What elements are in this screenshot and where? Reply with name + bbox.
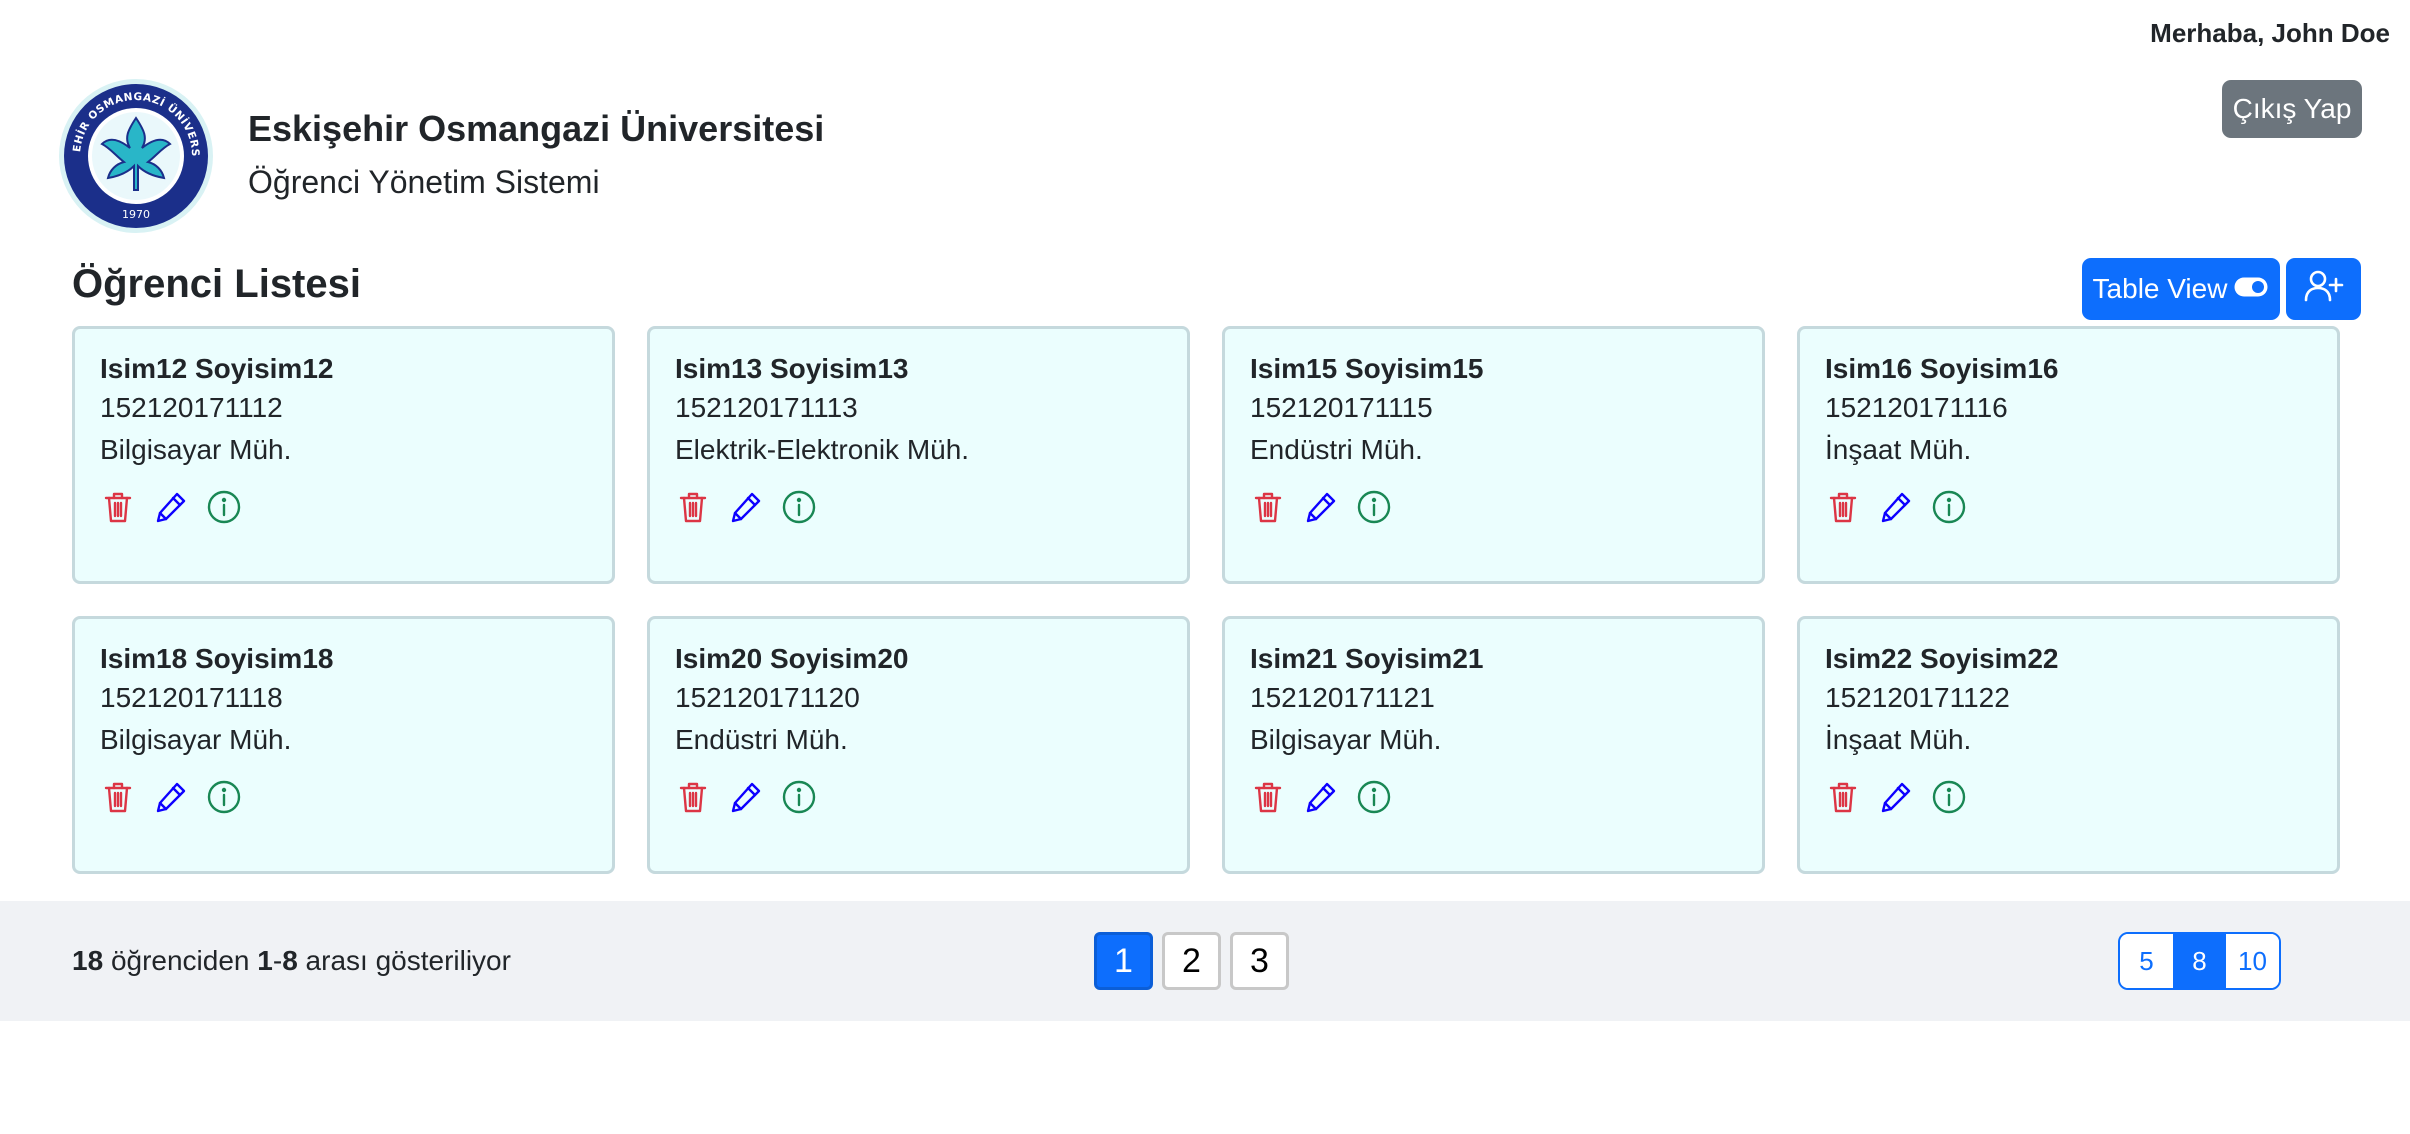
pencil-icon[interactable] <box>1878 489 1914 525</box>
info-circle-icon[interactable] <box>1931 779 1967 815</box>
student-list-title: Öğrenci Listesi <box>72 262 361 306</box>
pencil-icon[interactable] <box>1303 489 1339 525</box>
student-card: Isim12 Soyisim12 152120171112 Bilgisayar… <box>72 326 615 584</box>
student-name: Isim21 Soyisim21 <box>1250 643 1484 674</box>
student-number: 152120171120 <box>675 682 860 713</box>
student-department: Elektrik-Elektronik Müh. <box>675 434 970 465</box>
info-circle-icon[interactable] <box>206 489 242 525</box>
summary-mid: öğrenciden <box>110 945 250 976</box>
student-number: 152120171118 <box>100 682 283 713</box>
pencil-icon[interactable] <box>1303 779 1339 815</box>
pencil-icon[interactable] <box>153 779 189 815</box>
logout-button[interactable]: Çıkış Yap <box>2222 80 2362 138</box>
summary-end: arası gösteriliyor <box>305 945 511 976</box>
student-name: Isim20 Soyisim20 <box>675 643 909 674</box>
student-card: Isim13 Soyisim13 152120171113 Elektrik-E… <box>647 326 1190 584</box>
page-size-5[interactable]: 5 <box>2120 934 2173 988</box>
page-button-1[interactable]: 1 <box>1094 932 1153 990</box>
trash-icon[interactable] <box>100 489 136 525</box>
card-actions <box>1825 489 2312 525</box>
student-name: Isim16 Soyisim16 <box>1825 353 2059 384</box>
pencil-icon[interactable] <box>1878 779 1914 815</box>
university-logo: ESKİŞEHİR OSMANGAZİ ÜNİVERSİTESİ 1970 <box>54 67 214 234</box>
student-cards-grid: Isim12 Soyisim12 152120171112 Bilgisayar… <box>72 326 2340 874</box>
student-name: Isim18 Soyisim18 <box>100 643 334 674</box>
student-department: İnşaat Müh. <box>1825 434 1972 465</box>
card-actions <box>1825 779 2312 815</box>
student-department: Bilgisayar Müh. <box>100 434 292 465</box>
summary-range-sep: - <box>272 945 283 976</box>
student-department: Endüstri Müh. <box>1250 434 1423 465</box>
student-card: Isim18 Soyisim18 152120171118 Bilgisayar… <box>72 616 615 874</box>
info-circle-icon[interactable] <box>781 779 817 815</box>
summary-range-start: 1 <box>257 945 273 976</box>
trash-icon[interactable] <box>1250 489 1286 525</box>
card-actions <box>100 779 587 815</box>
card-actions <box>1250 489 1737 525</box>
student-card: Isim22 Soyisim22 152120171122 İnşaat Müh… <box>1797 616 2340 874</box>
student-number: 152120171116 <box>1825 392 2008 423</box>
student-card: Isim21 Soyisim21 152120171121 Bilgisayar… <box>1222 616 1765 874</box>
university-name: Eskişehir Osmangazi Üniversitesi <box>248 108 825 149</box>
page-size-selector: 5 8 10 <box>2118 932 2281 990</box>
student-department: Endüstri Müh. <box>675 724 848 755</box>
student-department: Bilgisayar Müh. <box>1250 724 1442 755</box>
card-actions <box>100 489 587 525</box>
pencil-icon[interactable] <box>153 489 189 525</box>
pagination-footer: 18 öğrenciden 1-8 arası gösteriliyor 123… <box>0 901 2410 1021</box>
pencil-icon[interactable] <box>728 489 764 525</box>
trash-icon[interactable] <box>1825 489 1861 525</box>
trash-icon[interactable] <box>1250 779 1286 815</box>
page-size-8[interactable]: 8 <box>2173 934 2226 988</box>
system-name: Öğrenci Yönetim Sistemi <box>248 164 600 200</box>
info-circle-icon[interactable] <box>781 489 817 525</box>
student-name: Isim15 Soyisim15 <box>1250 353 1484 384</box>
info-circle-icon[interactable] <box>1931 489 1967 525</box>
student-number: 152120171113 <box>675 392 858 423</box>
pencil-icon[interactable] <box>728 779 764 815</box>
card-actions <box>675 779 1162 815</box>
trash-icon[interactable] <box>1825 779 1861 815</box>
student-number: 152120171112 <box>100 392 283 423</box>
info-circle-icon[interactable] <box>1356 489 1392 525</box>
table-view-label: Table View <box>2092 273 2228 304</box>
person-plus-icon <box>2304 269 2344 310</box>
greeting: Merhaba, John Doe <box>2150 18 2390 48</box>
page-buttons: 123 <box>1094 932 1289 990</box>
toggle-on-icon <box>2233 273 2269 305</box>
student-card: Isim20 Soyisim20 152120171120 Endüstri M… <box>647 616 1190 874</box>
summary-total: 18 <box>72 945 104 976</box>
student-number: 152120171115 <box>1250 392 1433 423</box>
card-actions <box>1250 779 1737 815</box>
trash-icon[interactable] <box>675 489 711 525</box>
student-department: İnşaat Müh. <box>1825 724 1972 755</box>
student-department: Bilgisayar Müh. <box>100 724 292 755</box>
card-actions <box>675 489 1162 525</box>
info-circle-icon[interactable] <box>1356 779 1392 815</box>
student-name: Isim22 Soyisim22 <box>1825 643 2059 674</box>
summary-range-end: 8 <box>282 945 298 976</box>
page-button-2[interactable]: 2 <box>1162 932 1221 990</box>
list-toolbar: Table View <box>2082 258 2361 320</box>
trash-icon[interactable] <box>100 779 136 815</box>
student-number: 152120171121 <box>1250 682 1435 713</box>
student-card: Isim16 Soyisim16 152120171116 İnşaat Müh… <box>1797 326 2340 584</box>
table-view-toggle-button[interactable]: Table View <box>2082 258 2280 320</box>
student-number: 152120171122 <box>1825 682 2010 713</box>
add-student-button[interactable] <box>2286 258 2361 320</box>
svg-text:1970: 1970 <box>122 208 150 221</box>
student-card: Isim15 Soyisim15 152120171115 Endüstri M… <box>1222 326 1765 584</box>
trash-icon[interactable] <box>675 779 711 815</box>
info-circle-icon[interactable] <box>206 779 242 815</box>
page-button-3[interactable]: 3 <box>1230 932 1289 990</box>
student-name: Isim12 Soyisim12 <box>100 353 334 384</box>
student-name: Isim13 Soyisim13 <box>675 353 909 384</box>
page-size-10[interactable]: 10 <box>2226 934 2279 988</box>
pagination-summary: 18 öğrenciden 1-8 arası gösteriliyor <box>72 945 511 977</box>
